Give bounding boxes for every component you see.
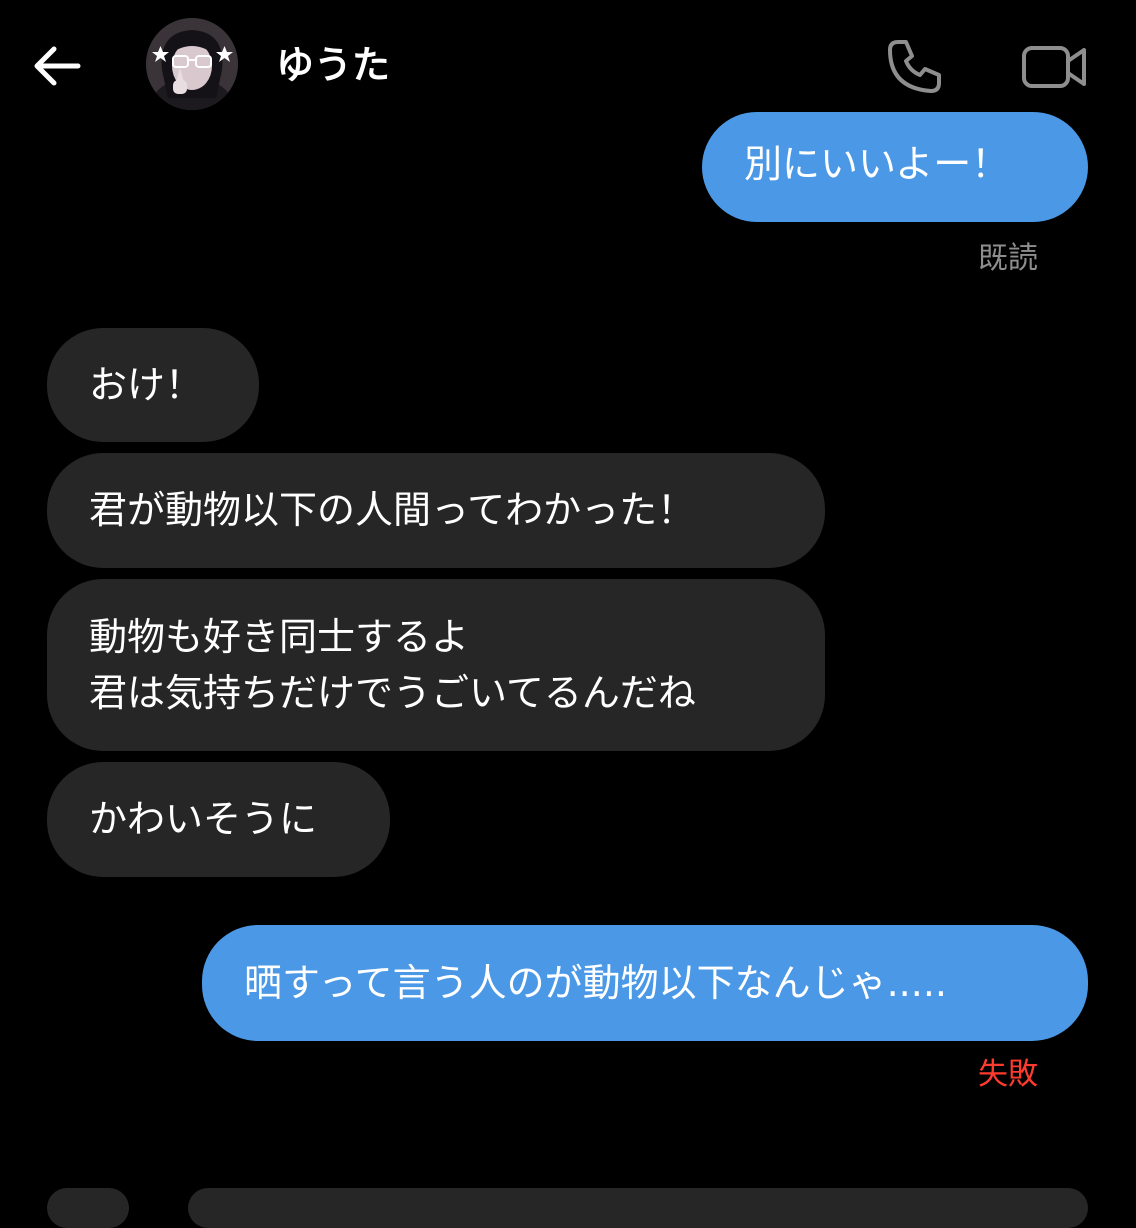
partial-message-bubble[interactable] [47,1188,129,1228]
back-button[interactable] [28,36,88,96]
message-text: おけ！ [89,363,204,407]
message-text: かわいそうに [89,797,318,841]
message-text-line: 動物も好き同士するよ [89,615,470,659]
chat-header: ゆうた [0,0,1136,128]
message-text: 君が動物以下の人間ってわかった！ [89,488,696,532]
avatar[interactable] [146,18,238,110]
message-text: 晒すって言う人のが動物以下なんじゃ..... [244,961,947,1005]
video-camera-icon [1022,46,1086,88]
message-incoming[interactable]: かわいそうに [47,762,390,877]
message-text: 別にいいよー！ [744,142,1010,186]
message-outgoing[interactable]: 晒すって言う人のが動物以下なんじゃ..... [202,925,1088,1041]
arrow-left-icon [34,46,81,86]
partial-message-bubble[interactable] [188,1188,1088,1228]
voice-call-button[interactable] [884,36,944,96]
contact-name[interactable]: ゆうた [276,40,390,90]
message-incoming[interactable]: 君が動物以下の人間ってわかった！ [47,453,825,568]
avatar-photo [146,18,238,110]
message-outgoing[interactable]: 別にいいよー！ [702,112,1088,222]
video-call-button[interactable] [1020,38,1088,94]
message-incoming[interactable]: おけ！ [47,328,259,442]
phone-icon [888,40,941,93]
read-receipt: 既読 [978,241,1038,276]
message-incoming[interactable]: 動物も好き同士するよ 君は気持ちだけでうごいてるんだね [47,579,825,751]
message-text-line: 君は気持ちだけでうごいてるんだね [89,671,696,715]
send-failed-status: 失敗 [978,1057,1038,1092]
